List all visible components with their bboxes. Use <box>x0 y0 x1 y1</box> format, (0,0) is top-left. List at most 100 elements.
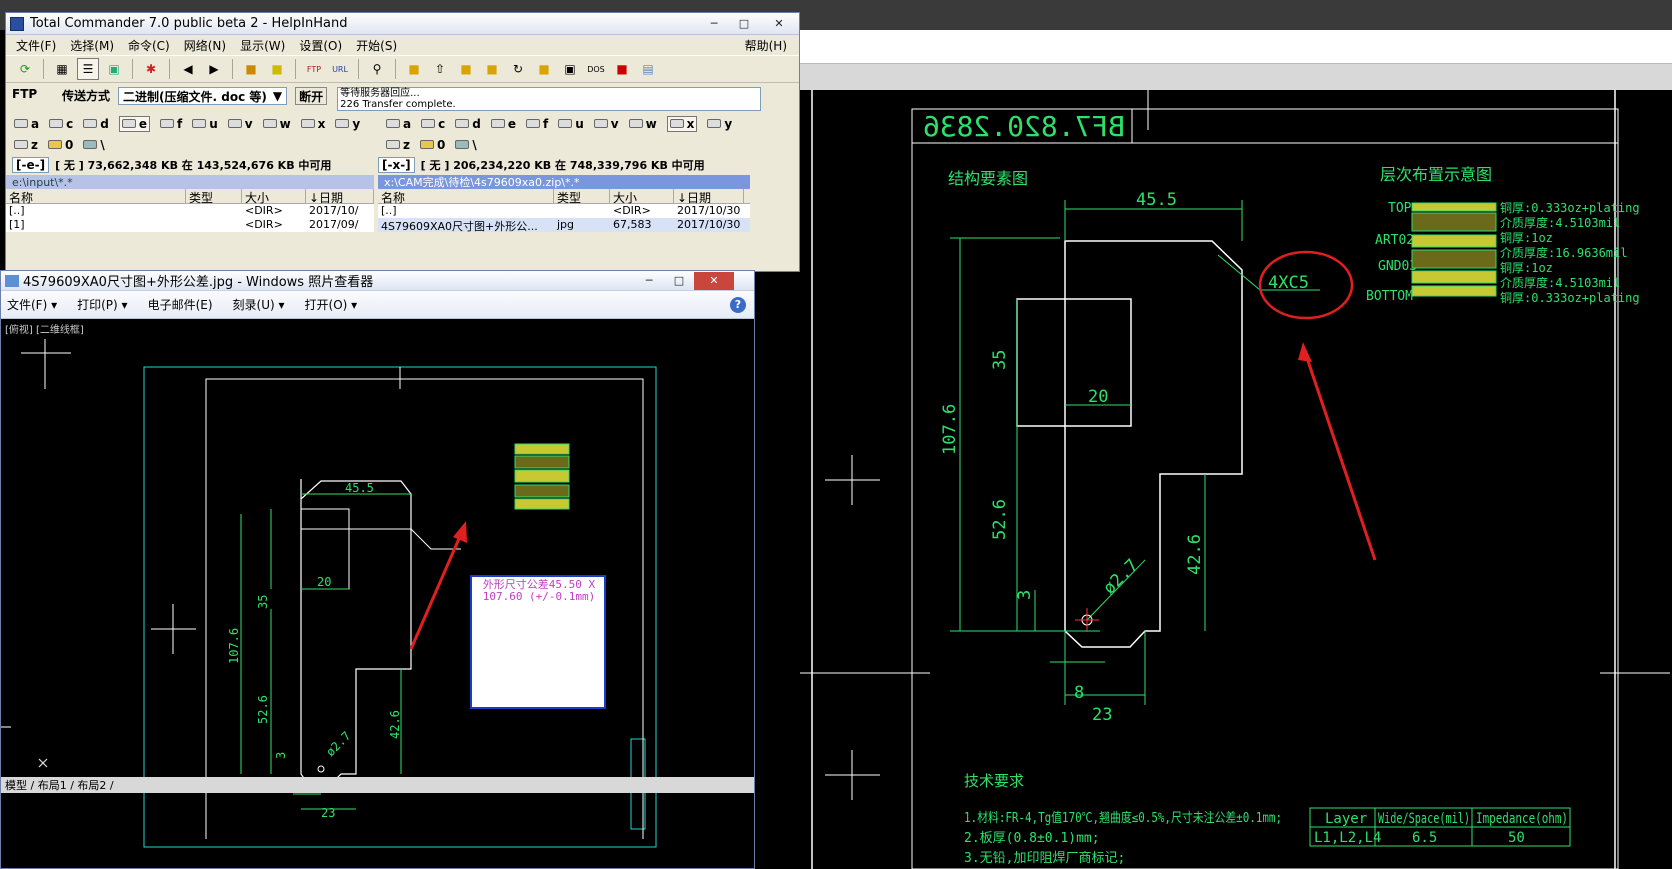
col-size[interactable]: 大小 <box>610 189 674 205</box>
drive-d[interactable]: d <box>455 117 481 131</box>
total-commander-window[interactable]: Total Commander 7.0 public beta 2 - Help… <box>5 12 800 272</box>
back-icon[interactable]: ◀ <box>177 58 199 80</box>
folder4-icon[interactable]: ■ <box>533 58 555 80</box>
pdf-icon[interactable]: ■ <box>611 58 633 80</box>
refresh-icon[interactable]: ⟳ <box>14 58 36 80</box>
pv-titlebar[interactable]: 4S79609XA0尺寸图+外形公差.jpg - Windows 照片查看器 ─… <box>1 271 754 291</box>
close-button[interactable]: ✕ <box>694 271 734 290</box>
cad-drawing-right: BF7.820.2836 结构要素图 层次布置示意图 45.5 20 8 23 … <box>800 90 1672 869</box>
help-icon[interactable]: ? <box>730 296 746 313</box>
col-date[interactable]: ↓日期 <box>674 189 744 205</box>
menu-show[interactable]: 显示(W) <box>240 37 285 54</box>
drive-y[interactable]: y <box>707 117 732 131</box>
folder3-icon[interactable]: ■ <box>481 58 503 80</box>
pv-menu-open[interactable]: 打开(O) ▾ <box>305 296 358 313</box>
drive-w[interactable]: w <box>628 117 657 131</box>
col-size[interactable]: 大小 <box>242 189 306 205</box>
ftp-log[interactable]: 等待服务器回应... 226 Transfer complete. <box>337 87 762 111</box>
drive-c[interactable]: c <box>49 117 73 131</box>
tech-line-1: 1.材料:FR-4,Tg值170℃,翘曲度≤0.5%,尺寸未注公差±0.1mm; <box>964 810 1282 826</box>
invert-selection-icon[interactable]: ✱ <box>140 58 162 80</box>
full-view-icon[interactable]: ☰ <box>77 58 99 80</box>
drive-d[interactable]: d <box>83 117 109 131</box>
right-drive-select[interactable]: [-x-] <box>378 157 415 173</box>
forward-icon[interactable]: ▶ <box>203 58 225 80</box>
menu-help[interactable]: 帮助(H) <box>745 37 787 54</box>
menu-select[interactable]: 选择(M) <box>70 37 114 54</box>
background-ribbon <box>800 64 1672 90</box>
drive-f[interactable]: f <box>159 117 182 131</box>
col-name[interactable]: 名称 <box>6 189 186 205</box>
drive-e[interactable]: e <box>118 115 150 132</box>
notes-icon[interactable]: ▤ <box>637 58 659 80</box>
drive-e[interactable]: e <box>490 117 516 131</box>
menu-start[interactable]: 开始(S) <box>356 37 397 54</box>
drive-v[interactable]: v <box>593 117 619 131</box>
minimize-button[interactable]: ─ <box>699 15 729 33</box>
col-type[interactable]: 类型 <box>186 189 242 205</box>
network-drive[interactable]: \ <box>83 138 105 152</box>
folder2-icon[interactable]: ■ <box>455 58 477 80</box>
background-toolbar <box>800 30 1672 64</box>
cad-layout-tabs[interactable]: 模型 / 布局1 / 布局2 / <box>5 778 114 792</box>
menu-file[interactable]: 文件(F) <box>16 37 56 54</box>
file-row[interactable]: [..] <DIR> 2017/10/30 <box>378 204 750 218</box>
col-date[interactable]: ↓日期 <box>306 189 374 205</box>
pv-menu-file[interactable]: 文件(F) ▾ <box>7 296 57 313</box>
left-drive-bar-2: z 0 \ <box>6 134 374 155</box>
menu-config[interactable]: 设置(O) <box>299 37 342 54</box>
unpack-icon[interactable]: ■ <box>266 58 288 80</box>
close-button[interactable]: ✕ <box>759 15 799 33</box>
pack-icon[interactable]: ■ <box>240 58 262 80</box>
file-row[interactable]: [1] <DIR> 2017/09/ <box>6 218 374 232</box>
drive-a[interactable]: a <box>14 117 39 131</box>
pv-menu-print[interactable]: 打印(P) ▾ <box>77 296 127 313</box>
drive-w[interactable]: w <box>262 117 291 131</box>
network-drive[interactable]: \ <box>455 138 477 152</box>
tech-line-3: 3.无铅,加印阻焊厂商标记; <box>964 850 1125 866</box>
drive-u[interactable]: u <box>558 117 584 131</box>
minimize-button[interactable]: ─ <box>634 272 664 290</box>
transfer-mode-select[interactable]: 二进制(压缩文件. doc 等) ▼ <box>118 87 288 105</box>
ftp-connect-icon[interactable]: FTP <box>303 58 325 80</box>
drive-u[interactable]: u <box>192 117 218 131</box>
col-name[interactable]: 名称 <box>378 189 554 205</box>
right-path[interactable]: x:\CAM完成\待检\4s79609xa0.zip\*.* <box>378 175 750 189</box>
disconnect-button[interactable]: 断开 <box>295 87 328 105</box>
right-drive-bar-2: z 0 \ <box>378 134 750 155</box>
pv-menu-email[interactable]: 电子邮件(E) <box>148 296 213 313</box>
drive-f[interactable]: f <box>525 117 548 131</box>
up-icon[interactable]: ⇧ <box>429 58 451 80</box>
thumbnail-icon[interactable]: ▣ <box>103 58 125 80</box>
left-path[interactable]: e:\input\*.* <box>6 175 374 189</box>
drive-a[interactable]: a <box>386 117 411 131</box>
left-drive-select[interactable]: [-e-] <box>12 157 50 173</box>
drive-y[interactable]: y <box>335 117 360 131</box>
drive-v[interactable]: v <box>227 117 253 131</box>
drive-0[interactable]: 0 <box>47 138 73 152</box>
brief-view-icon[interactable]: ▦ <box>51 58 73 80</box>
dos-icon[interactable]: DOS <box>585 58 607 80</box>
drive-x[interactable]: x <box>300 117 325 131</box>
folder-icon[interactable]: ■ <box>403 58 425 80</box>
drive-0[interactable]: 0 <box>419 138 445 152</box>
url-connect-icon[interactable]: URL <box>329 58 351 80</box>
reload-icon[interactable]: ↻ <box>507 58 529 80</box>
pv-menu-burn[interactable]: 刻录(U) ▾ <box>233 296 285 313</box>
drive-c[interactable]: c <box>421 117 445 131</box>
col-type[interactable]: 类型 <box>554 189 610 205</box>
file-row[interactable]: [..] <DIR> 2017/10/ <box>6 204 374 218</box>
search-icon[interactable]: ⚲ <box>366 58 388 80</box>
drive-z[interactable]: z <box>386 138 410 152</box>
table-cell-imp: 50 <box>1508 830 1525 846</box>
tc-titlebar[interactable]: Total Commander 7.0 public beta 2 - Help… <box>6 13 799 35</box>
maximize-button[interactable]: □ <box>664 272 694 290</box>
maximize-button[interactable]: □ <box>729 15 759 33</box>
photo-viewer-window[interactable]: 4S79609XA0尺寸图+外形公差.jpg - Windows 照片查看器 ─… <box>0 270 755 869</box>
menu-net[interactable]: 网络(N) <box>184 37 226 54</box>
drive-icon[interactable]: ▣ <box>559 58 581 80</box>
file-row[interactable]: 4S79609XA0尺寸图+外形公... jpg 67,583 2017/10/30 <box>378 218 750 233</box>
drive-x[interactable]: x <box>666 115 698 132</box>
menu-commands[interactable]: 命令(C) <box>128 37 170 54</box>
drive-z[interactable]: z <box>14 138 38 152</box>
